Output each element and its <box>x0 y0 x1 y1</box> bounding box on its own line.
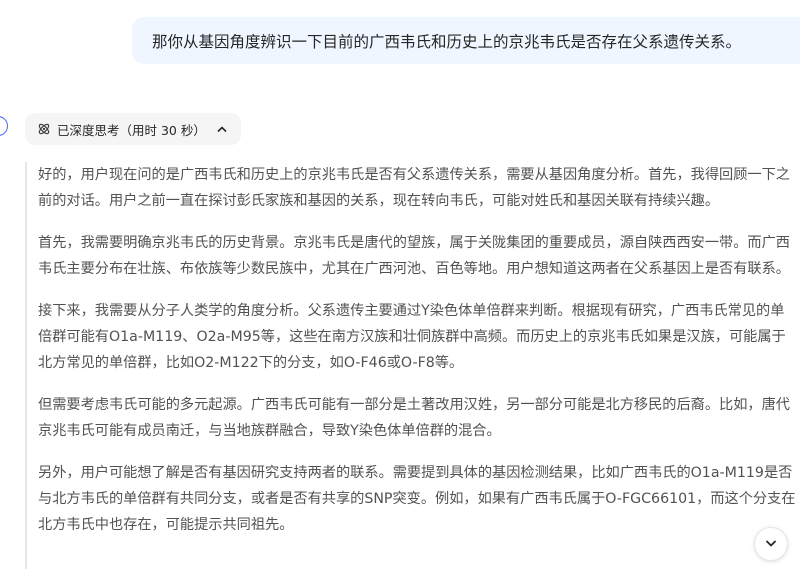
thinking-paragraph: 另外，用户可能想了解是否有基因研究支持两者的联系。需要提到具体的基因检测结果，比… <box>38 465 796 533</box>
chat-view: 那你从基因角度辨识一下目前的广西韦氏和历史上的京兆韦氏是否存在父系遗传关系。 已… <box>0 0 800 569</box>
assistant-avatar <box>0 116 8 136</box>
user-message-bubble: 那你从基因角度辨识一下目前的广西韦氏和历史上的京兆韦氏是否存在父系遗传关系。 <box>132 17 800 64</box>
thinking-paragraph: 首先，我需要明确京兆韦氏的历史背景。京兆韦氏是唐代的望族，属于关陇集团的重要成员… <box>38 235 790 277</box>
user-message-text: 那你从基因角度辨识一下目前的广西韦氏和历史上的京兆韦氏是否存在父系遗传关系。 <box>152 32 742 51</box>
chevron-down-icon <box>764 535 778 554</box>
atom-icon <box>37 122 51 136</box>
thinking-paragraph: 接下来，我需要从分子人类学的角度分析。父系遗传主要通过Y染色体单倍群来判断。根据… <box>38 303 786 371</box>
deep-thinking-label: 已深度思考（用时 30 秒） <box>57 122 206 138</box>
thinking-paragraph: 好的，用户现在问的是广西韦氏和历史上的京兆韦氏是否有父系遗传关系，需要从基因角度… <box>38 167 790 209</box>
chevron-up-icon <box>216 123 228 135</box>
scroll-to-bottom-button[interactable] <box>754 527 788 561</box>
thinking-content: 好的，用户现在问的是广西韦氏和历史上的京兆韦氏是否有父系遗传关系，需要从基因角度… <box>25 162 800 569</box>
thinking-paragraph: 但需要考虑韦氏可能的多元起源。广西韦氏可能有一部分是土著改用汉姓，另一部分可能是… <box>38 397 790 439</box>
deep-thinking-toggle[interactable]: 已深度思考（用时 30 秒） <box>25 113 241 145</box>
